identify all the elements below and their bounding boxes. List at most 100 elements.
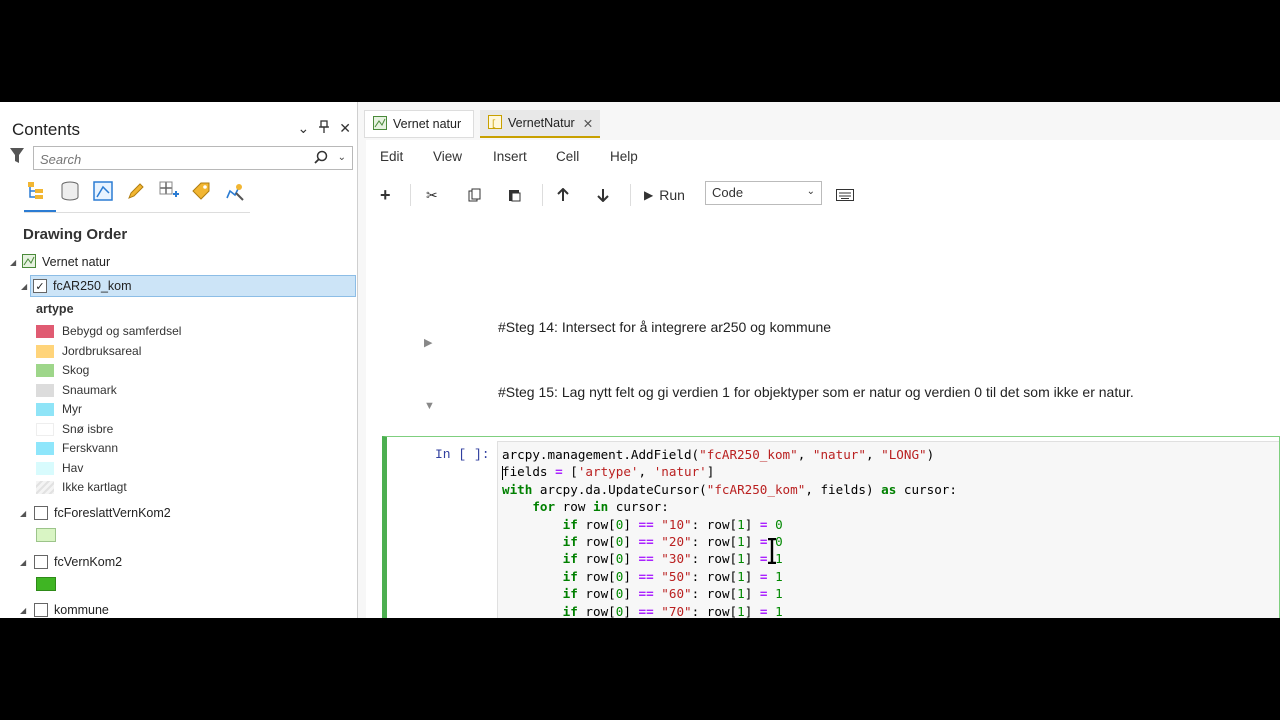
close-tab-icon[interactable]: ✕ xyxy=(583,116,593,131)
legend-item[interactable]: Jordbruksareal xyxy=(36,342,141,360)
menu-insert[interactable]: Insert xyxy=(493,149,527,164)
layer-item-kommune[interactable]: ◢ kommune xyxy=(0,599,109,618)
map-name: Vernet natur xyxy=(42,255,111,269)
app-window: Contents ⌄ ✕ ⌄ xyxy=(0,102,1280,618)
toolbar-separator xyxy=(410,184,411,206)
legend-label: Hav xyxy=(62,461,84,475)
text-cursor-ibeam-icon xyxy=(766,537,778,569)
legend-item[interactable]: Snaumark xyxy=(36,381,117,399)
svg-text:[ ]: [ ] xyxy=(491,119,502,129)
layer-visibility-checkbox[interactable] xyxy=(34,506,48,520)
expand-section-icon[interactable]: ▶ xyxy=(424,336,432,349)
layer-symbol-swatch[interactable] xyxy=(36,577,56,591)
legend-label: Snaumark xyxy=(62,383,117,397)
drawing-order-heading: Drawing Order xyxy=(23,226,128,243)
code-line: if row[0] == "30": row[1] = 1 xyxy=(562,551,783,567)
code-text[interactable]: arcpy.management.AddField("fcAR250_kom",… xyxy=(502,446,957,618)
menu-cell[interactable]: Cell xyxy=(556,149,579,164)
pin-icon[interactable] xyxy=(319,120,330,137)
legend-swatch xyxy=(36,363,54,377)
expand-icon[interactable]: ◢ xyxy=(20,558,30,567)
move-up-icon[interactable] xyxy=(556,184,570,206)
run-label: Run xyxy=(659,187,685,203)
expand-icon[interactable]: ◢ xyxy=(10,258,22,267)
tab-vernetnatur-notebook[interactable]: [ ] VernetNatur ✕ xyxy=(480,110,600,138)
expand-icon[interactable]: ◢ xyxy=(20,606,30,615)
move-down-icon[interactable] xyxy=(596,184,610,206)
search-options-chevron-icon[interactable]: ⌄ xyxy=(338,152,346,163)
list-by-labeling-icon[interactable] xyxy=(189,178,214,204)
layer-symbol-swatch[interactable] xyxy=(36,528,56,542)
contents-view-toolbar xyxy=(24,178,247,204)
contents-title: Contents xyxy=(12,120,81,139)
text-caret xyxy=(502,465,503,480)
map-icon xyxy=(22,253,36,271)
layer-item-fcforeslattvernkom2[interactable]: ◢ fcForeslattVernKom2 xyxy=(0,502,171,524)
paste-icon[interactable] xyxy=(508,184,522,206)
cell-prompt: In [ ]: xyxy=(435,447,490,462)
layer-name: fcVernKom2 xyxy=(54,555,123,569)
copy-icon[interactable] xyxy=(468,184,482,206)
legend-item[interactable]: Bebygd og samferdsel xyxy=(36,322,181,340)
legend-swatch xyxy=(36,344,54,358)
toolbar-separator xyxy=(630,184,631,206)
toolbar-separator xyxy=(542,184,543,206)
pane-controls: ⌄ ✕ xyxy=(298,120,351,137)
list-by-charts-icon[interactable] xyxy=(222,178,247,204)
menu-help[interactable]: Help xyxy=(610,149,638,164)
list-by-editing-icon[interactable] xyxy=(123,178,148,204)
notebook-toolbar: + ✂ ▶ Run Code ⌄ xyxy=(366,176,1280,215)
insert-cell-icon[interactable]: + xyxy=(380,184,391,206)
legend-label: Ikke kartlagt xyxy=(62,480,127,494)
legend-item[interactable]: Snø isbre xyxy=(36,420,113,438)
play-icon: ▶ xyxy=(644,188,654,202)
run-button[interactable]: ▶ Run xyxy=(644,184,685,206)
legend-item[interactable]: Ikke kartlagt xyxy=(36,478,127,496)
legend-item[interactable]: Ferskvann xyxy=(36,439,118,457)
list-by-source-icon[interactable] xyxy=(57,178,82,204)
list-by-snapping-icon[interactable] xyxy=(156,178,181,204)
code-line: if row[0] == "20": row[1] = 0 xyxy=(562,534,783,550)
legend-item[interactable]: Myr xyxy=(36,400,82,418)
markdown-cell-steg15[interactable]: #Steg 15: Lag nytt felt og gi verdien 1 … xyxy=(498,384,1134,400)
search-icon[interactable] xyxy=(314,150,328,169)
keyboard-icon[interactable] xyxy=(836,184,854,206)
layer-visibility-checkbox[interactable] xyxy=(34,555,48,569)
toolbar-divider xyxy=(24,212,250,213)
list-by-drawing-order-icon[interactable] xyxy=(24,178,49,204)
legend-label: Jordbruksareal xyxy=(62,344,142,358)
expand-icon[interactable]: ◢ xyxy=(21,282,33,291)
collapse-section-icon[interactable]: ▼ xyxy=(424,400,435,412)
layer-name: kommune xyxy=(54,603,109,617)
filter-icon[interactable] xyxy=(10,148,24,169)
chevron-down-icon[interactable]: ⌄ xyxy=(298,120,310,137)
layer-item-fcvernkom2[interactable]: ◢ fcVernKom2 xyxy=(0,551,122,573)
list-by-selection-icon[interactable] xyxy=(90,178,115,204)
search-input[interactable] xyxy=(38,149,312,169)
menu-view[interactable]: View xyxy=(433,149,462,164)
markdown-cell-steg14[interactable]: #Steg 14: Intersect for å integrere ar25… xyxy=(498,319,831,335)
cell-type-select[interactable]: Code ⌄ xyxy=(705,181,822,205)
code-editor[interactable]: arcpy.management.AddField("fcAR250_kom",… xyxy=(497,441,1279,618)
code-line: if row[0] == "70": row[1] = 1 xyxy=(562,603,783,618)
legend-item[interactable]: Hav xyxy=(36,459,83,477)
layer-name: fcAR250_kom xyxy=(53,279,132,293)
menu-edit[interactable]: Edit xyxy=(380,149,403,164)
legend-swatch xyxy=(36,461,54,475)
layer-item-fcar250-kom[interactable]: ◢ ✓ fcAR250_kom xyxy=(21,275,356,297)
notebook-icon: [ ] xyxy=(488,114,507,132)
legend-label: Myr xyxy=(62,402,82,416)
layer-visibility-checkbox[interactable]: ✓ xyxy=(33,279,47,293)
map-node[interactable]: ◢ Vernet natur xyxy=(0,251,110,273)
cut-icon[interactable]: ✂ xyxy=(426,184,438,206)
legend-label: Skog xyxy=(62,363,90,377)
expand-icon[interactable]: ◢ xyxy=(20,509,30,518)
legend-swatch xyxy=(36,441,54,455)
legend-item[interactable]: Skog xyxy=(36,361,89,379)
chevron-down-icon: ⌄ xyxy=(806,186,815,197)
close-icon[interactable]: ✕ xyxy=(339,120,351,137)
tab-vernet-natur-map[interactable]: Vernet natur xyxy=(364,110,474,138)
layer-visibility-checkbox[interactable] xyxy=(34,603,48,617)
legend-swatch xyxy=(36,383,54,397)
code-cell[interactable]: In [ ]: arcpy.management.AddField("fcAR2… xyxy=(382,436,1280,618)
